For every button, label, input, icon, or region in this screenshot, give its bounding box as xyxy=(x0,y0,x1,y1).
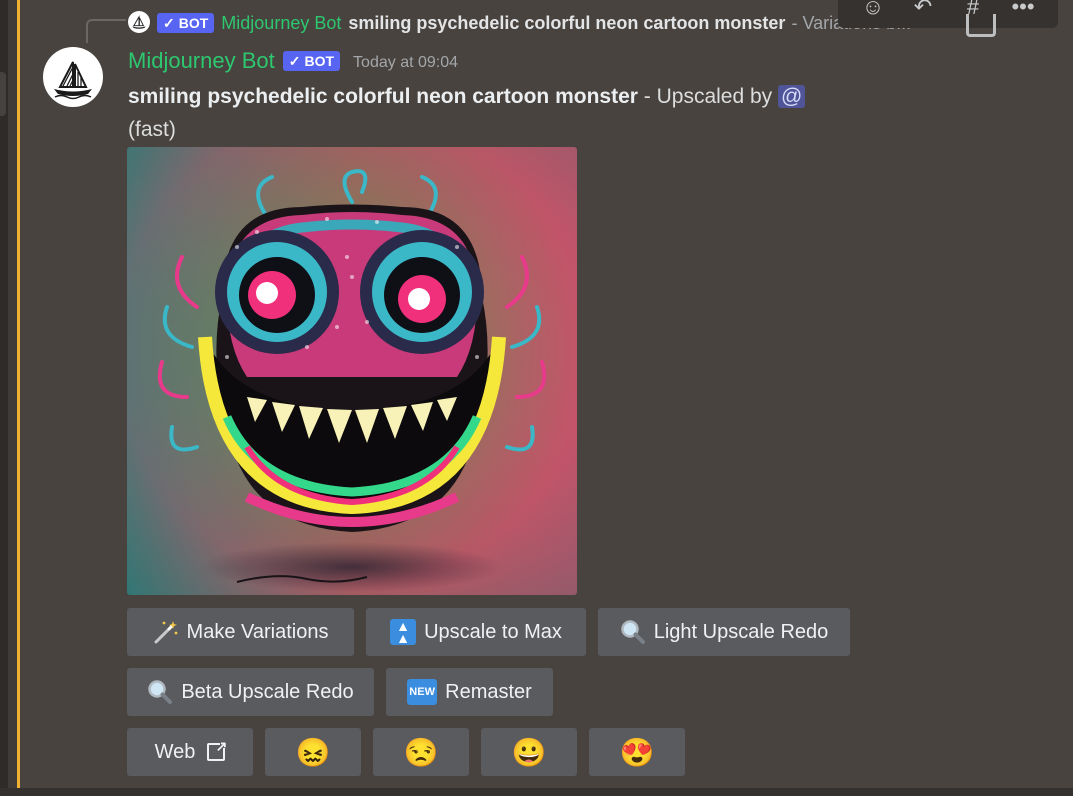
monster-artwork xyxy=(127,147,577,595)
reaction-button-confounded[interactable]: 😖 xyxy=(265,728,361,776)
reaction-button-unamused[interactable]: 😒 xyxy=(373,728,469,776)
light-upscale-redo-button[interactable]: Light Upscale Redo xyxy=(598,608,850,656)
confounded-face-icon: 😖 xyxy=(295,736,331,768)
heart-eyes-face-icon: 😍 xyxy=(619,736,655,768)
reply-preview[interactable]: ✓ BOT Midjourney Bot smiling psychedelic … xyxy=(157,11,911,35)
message-content: smiling psychedelic colorful neon cartoo… xyxy=(128,80,806,146)
reaction-button-heart-eyes[interactable]: 😍 xyxy=(589,728,685,776)
bot-badge: ✓ BOT xyxy=(282,51,341,71)
make-variations-button[interactable]: Make Variations xyxy=(127,608,354,656)
remaster-button[interactable]: NEW Remaster xyxy=(386,668,553,716)
more-icon[interactable]: ••• xyxy=(1005,0,1041,20)
magic-wand-icon xyxy=(153,619,179,645)
double-up-arrow-icon: ▲ ▲ xyxy=(390,619,417,645)
thread-icon xyxy=(966,14,996,37)
magnifier-icon xyxy=(147,679,173,705)
bot-badge: ✓ BOT xyxy=(157,13,215,33)
author-name[interactable]: Midjourney Bot xyxy=(128,48,275,74)
timestamp[interactable]: Today at 09:04 xyxy=(353,54,458,72)
status-text: - Upscaled by xyxy=(643,85,773,108)
sailboat-logo-icon xyxy=(132,15,146,29)
add-reaction-icon[interactable]: ☺ xyxy=(855,0,891,20)
reply-author[interactable]: Midjourney Bot xyxy=(221,13,341,34)
upscale-to-max-button[interactable]: ▲ ▲ Upscale to Max xyxy=(366,608,586,656)
avatar[interactable] xyxy=(43,47,103,107)
message-header: Midjourney Bot ✓ BOT Today at 09:04 xyxy=(128,46,458,76)
mention-accent-bar xyxy=(17,0,20,788)
new-badge-icon: NEW xyxy=(407,679,438,705)
reply-icon[interactable]: ↶ xyxy=(905,0,941,20)
check-icon: ✓ xyxy=(163,14,175,31)
mode-text: (fast) xyxy=(128,118,176,141)
generated-image[interactable] xyxy=(127,147,577,595)
channel-list-edge xyxy=(0,0,8,796)
unamused-face-icon: 😒 xyxy=(403,736,439,768)
sailboat-logo-icon xyxy=(54,61,92,100)
reply-spine xyxy=(86,19,126,43)
reply-avatar[interactable] xyxy=(128,11,150,33)
message-actions-toolbar: ☺ ↶ # ••• xyxy=(838,0,1058,28)
user-mention[interactable]: @ xyxy=(778,85,806,108)
reply-prompt: smiling psychedelic colorful neon cartoo… xyxy=(348,12,786,33)
scroll-stub xyxy=(0,72,6,116)
magnifier-icon xyxy=(620,619,646,645)
web-link-button[interactable]: Web ↗ xyxy=(127,728,253,776)
beta-upscale-redo-button[interactable]: Beta Upscale Redo xyxy=(127,668,374,716)
external-link-icon: ↗ xyxy=(207,739,229,761)
reaction-button-grinning[interactable]: 😀 xyxy=(481,728,577,776)
grinning-face-icon: 😀 xyxy=(511,736,547,768)
check-icon: ✓ xyxy=(288,52,301,69)
chat-bottom-edge xyxy=(0,788,1073,796)
prompt-text: smiling psychedelic colorful neon cartoo… xyxy=(128,85,638,108)
